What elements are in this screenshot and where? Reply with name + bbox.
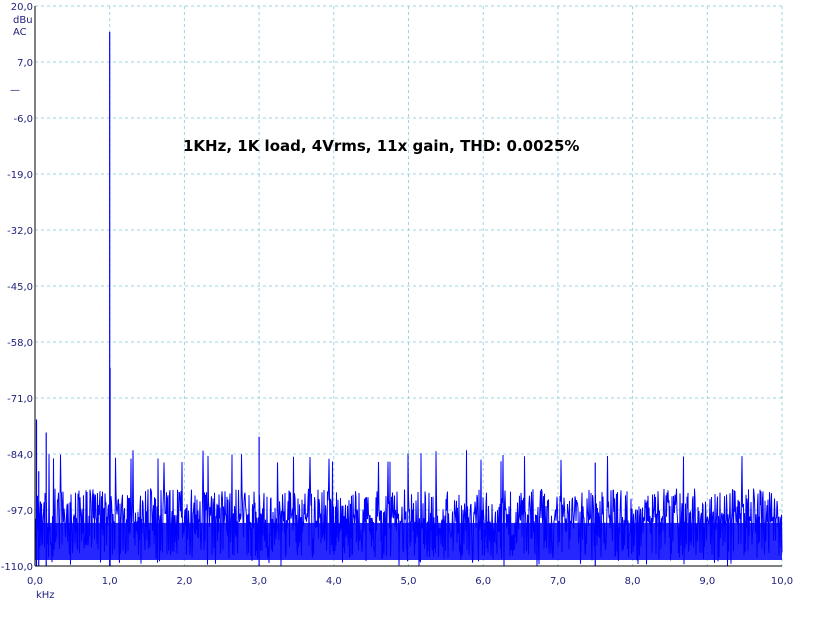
noise-floor-trace [34,450,783,566]
spectrum-chart: 20,0 7,0 -6,0 -19,0 -32,0 -45,0 -58,0 -71,0 -84,… [1,2,793,601]
x-tick-labels: 0,0 1,0 2,0 3,0 4,0 5,0 6,0 7,0 8,0 9,0 10,0 [27,576,793,587]
y-tick-label-9: -97,0 [7,506,33,517]
series-line [35,31,596,566]
x-tick-label-1: 1,0 [102,576,118,587]
y-tick-label-0: 20,0 [11,2,33,13]
y-tick-label-2: -6,0 [13,114,33,125]
x-tick-label-7: 7,0 [550,576,566,587]
x-tick-label-3: 3,0 [251,576,267,587]
y-tick-label-10: -110,0 [1,562,33,573]
y-tick-label-4: -32,0 [7,226,33,237]
y-tick-label-3: -19,0 [7,170,33,181]
x-tick-label-8: 8,0 [625,576,641,587]
x-tick-label-4: 4,0 [326,576,342,587]
y-tick-label-8: -84,0 [7,450,33,461]
x-tick-label-10: 10,0 [771,576,793,587]
x-tick-label-6: 6,0 [475,576,491,587]
y-tick-label-7: -71,0 [7,394,33,405]
noise-floor-fill [35,522,782,560]
y-tick-label-6: -58,0 [7,338,33,349]
x-tick-label-9: 9,0 [699,576,715,587]
y-tick-label-5: -45,0 [7,282,33,293]
x-tick-label-0: 0,0 [27,576,43,587]
y-unit-label: dBu [13,15,33,26]
x-tick-label-5: 5,0 [401,576,417,587]
legend-marker: — [10,85,20,96]
x-axis-label: kHz [36,590,55,601]
y-tick-label-1: 7,0 [17,58,33,69]
chart-annotation: 1KHz, 1K load, 4Vrms, 11x gain, THD: 0.0… [183,137,579,155]
y-mode-label: AC [13,27,27,38]
x-tick-label-2: 2,0 [176,576,192,587]
